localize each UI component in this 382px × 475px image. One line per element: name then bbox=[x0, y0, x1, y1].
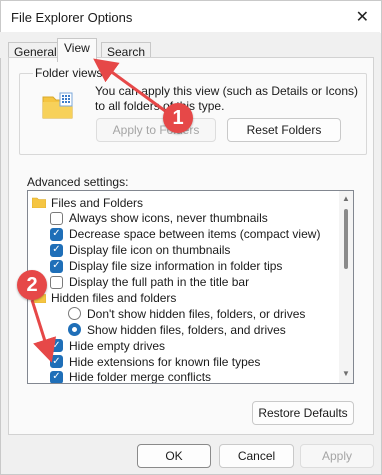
title-bar: File Explorer Options ✕ bbox=[1, 1, 381, 33]
scroll-down-icon[interactable]: ▼ bbox=[342, 369, 350, 378]
setting-label: Hide folder merge conflicts bbox=[69, 370, 212, 384]
setting-radio-row[interactable]: Don't show hidden files, folders, or dri… bbox=[68, 305, 305, 322]
folder-views-description: You can apply this view (such as Details… bbox=[95, 84, 359, 113]
apply-button[interactable]: Apply bbox=[300, 444, 374, 468]
setting-checkbox-row[interactable]: ✓ Hide empty drives bbox=[50, 337, 165, 354]
setting-label: Display the full path in the title bar bbox=[69, 275, 250, 289]
reset-folders-button[interactable]: Reset Folders bbox=[227, 118, 341, 142]
setting-label: Hide empty drives bbox=[69, 338, 166, 353]
setting-radio-row[interactable]: Show hidden files, folders, and drives bbox=[68, 321, 286, 338]
ok-button[interactable]: OK bbox=[137, 444, 211, 468]
tab-view[interactable]: View bbox=[57, 38, 97, 62]
folder-views-icon bbox=[42, 92, 73, 119]
radio-selected[interactable] bbox=[68, 323, 81, 337]
checkbox-checked[interactable]: ✓ bbox=[50, 355, 63, 368]
advanced-settings-label: Advanced settings: bbox=[27, 175, 129, 189]
setting-label: Display file size information in folder … bbox=[69, 259, 283, 274]
checkbox-checked[interactable]: ✓ bbox=[50, 227, 63, 241]
setting-checkbox-row[interactable]: Always show icons, never thumbnails bbox=[50, 210, 268, 227]
close-icon[interactable]: ✕ bbox=[356, 7, 369, 27]
checkbox-unchecked[interactable] bbox=[50, 275, 63, 289]
setting-label: Hide extensions for known file types bbox=[69, 354, 261, 369]
scroll-up-icon[interactable]: ▲ bbox=[342, 194, 350, 203]
scroll-thumb[interactable] bbox=[344, 209, 348, 269]
setting-label: Hidden files and folders bbox=[51, 290, 177, 305]
tree-folder-header: Files and Folders bbox=[32, 194, 143, 211]
restore-defaults-button[interactable]: Restore Defaults bbox=[252, 401, 354, 425]
setting-checkbox-row[interactable]: ✓ Decrease space between items (compact v… bbox=[50, 226, 320, 243]
setting-label: Don't show hidden files, folders, or dri… bbox=[87, 306, 306, 321]
tab-strip: General View Search bbox=[0, 32, 380, 62]
folder-icon bbox=[32, 197, 46, 208]
window-title: File Explorer Options bbox=[11, 10, 133, 25]
setting-checkbox-row[interactable]: Display the full path in the title bar bbox=[50, 274, 249, 291]
annotation-badge-2: 2 bbox=[17, 270, 47, 300]
radio-unselected[interactable] bbox=[68, 307, 81, 321]
setting-label: Display file icon on thumbnails bbox=[69, 243, 231, 258]
folder-views-label: Folder views bbox=[33, 66, 105, 80]
tree-scrollbar[interactable]: ▲ ▼ bbox=[339, 191, 353, 383]
checkbox-checked[interactable]: ✓ bbox=[50, 243, 63, 257]
checkbox-checked[interactable]: ✓ bbox=[50, 370, 63, 383]
setting-checkbox-row[interactable]: ✓ Hide extensions for known file types bbox=[50, 353, 260, 370]
cancel-button[interactable]: Cancel bbox=[219, 444, 294, 468]
setting-label: Show hidden files, folders, and drives bbox=[87, 322, 286, 337]
setting-checkbox-row[interactable]: ✓ Display file size information in folder… bbox=[50, 258, 282, 275]
setting-label: Decrease space between items (compact vi… bbox=[69, 227, 321, 242]
checkbox-unchecked[interactable] bbox=[50, 211, 63, 225]
tree-folder-header: Hidden files and folders bbox=[32, 289, 176, 306]
setting-label: Always show icons, never thumbnails bbox=[69, 211, 268, 226]
annotation-badge-1: 1 bbox=[163, 103, 193, 133]
setting-label: Files and Folders bbox=[51, 195, 144, 210]
apply-to-folders-button[interactable]: Apply to Folders bbox=[96, 118, 216, 142]
checkbox-checked[interactable]: ✓ bbox=[50, 339, 63, 353]
advanced-settings-tree[interactable]: Files and Folders Always show icons, neve… bbox=[27, 190, 354, 384]
checkbox-checked[interactable]: ✓ bbox=[50, 259, 63, 273]
setting-checkbox-row[interactable]: ✓ Hide folder merge conflicts bbox=[50, 369, 212, 384]
setting-checkbox-row[interactable]: ✓ Display file icon on thumbnails bbox=[50, 242, 230, 259]
